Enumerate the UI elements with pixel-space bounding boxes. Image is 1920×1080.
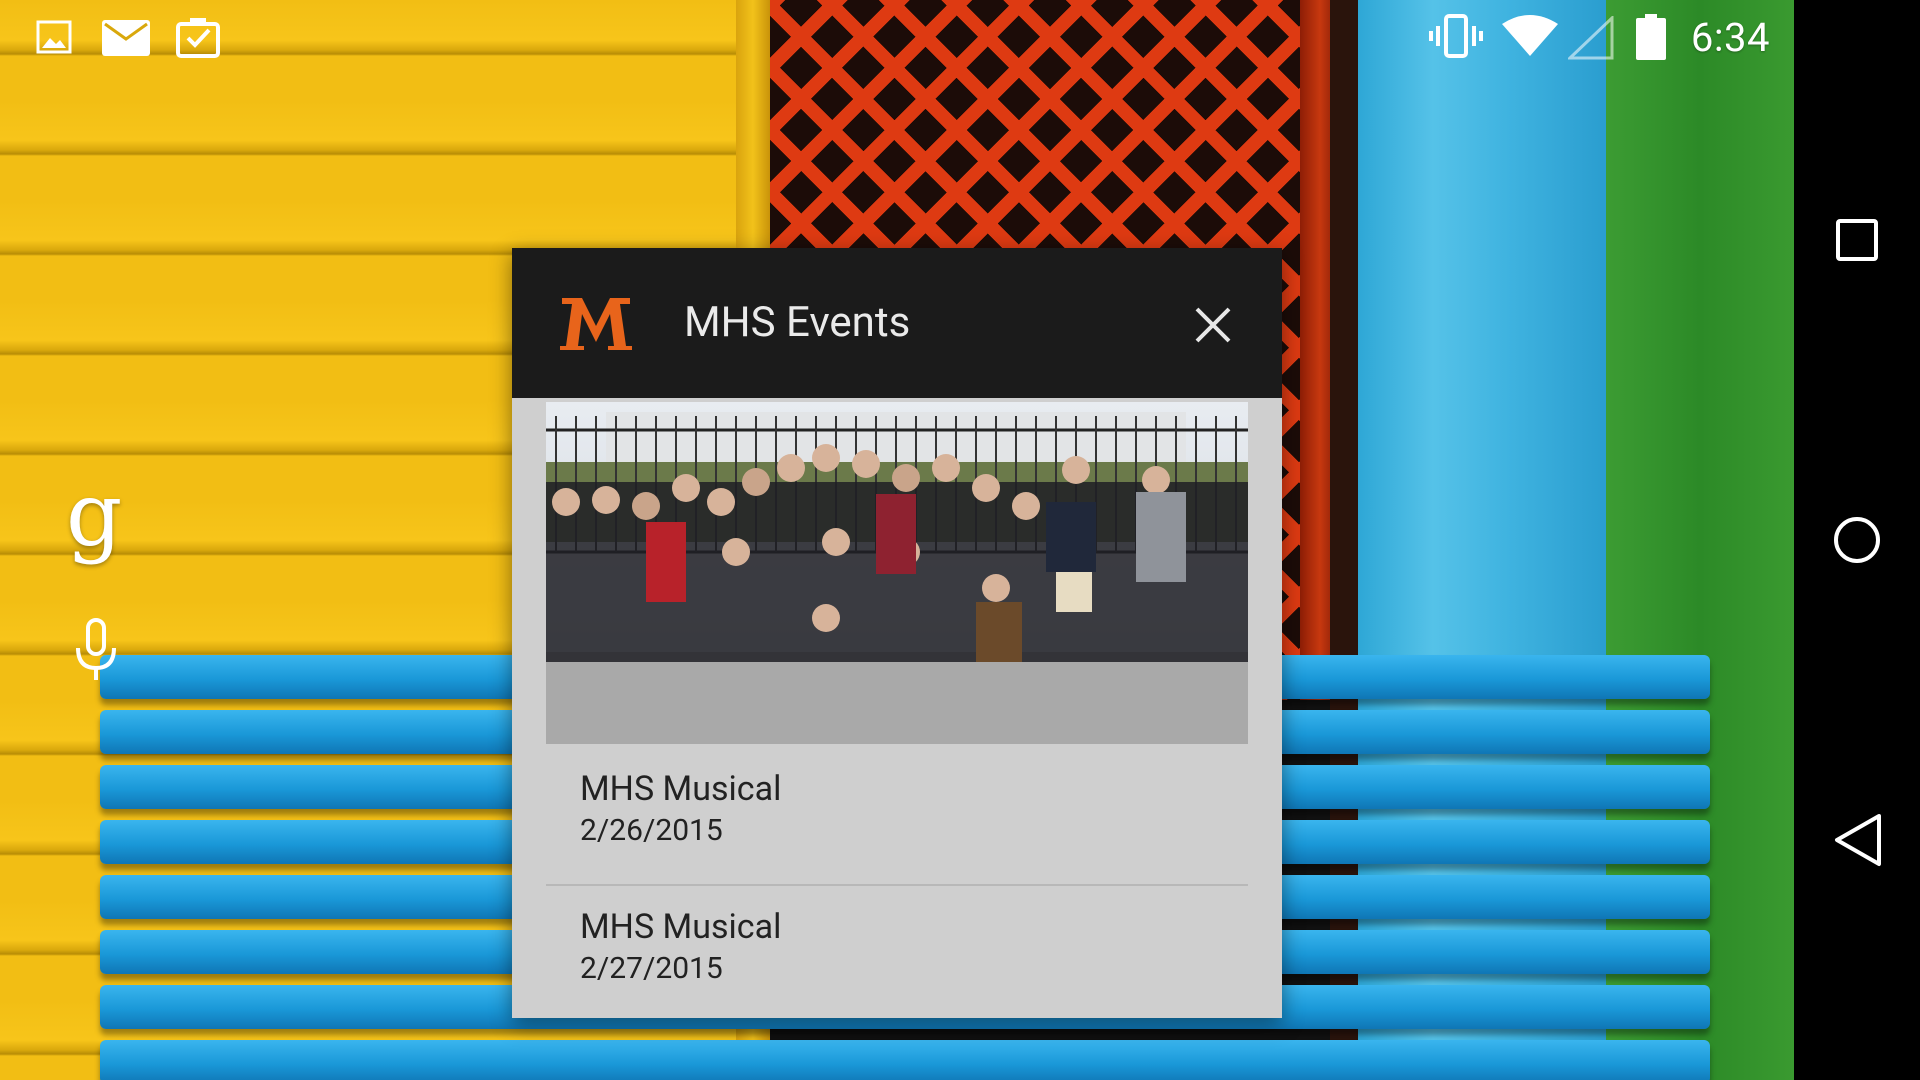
mail-icon — [102, 20, 150, 56]
recents-square-icon — [1836, 219, 1878, 261]
vibrate-icon — [1429, 14, 1483, 58]
clipboard-check-icon — [176, 18, 220, 58]
home-button[interactable] — [1794, 480, 1920, 600]
list-item[interactable]: MHS Musical 2/26/2015 — [546, 748, 1248, 884]
home-circle-icon — [1834, 517, 1880, 563]
navigation-bar — [1794, 0, 1920, 1080]
dialog-title: MHS Events — [684, 298, 911, 347]
back-button[interactable] — [1794, 780, 1920, 900]
signal-empty-icon — [1568, 16, 1614, 60]
event-photo — [546, 402, 1248, 744]
wifi-icon — [1502, 15, 1558, 56]
events-widget-dialog: MHS Events MHS Musical 2/26/2015 MHS Mus… — [512, 248, 1282, 1018]
close-button[interactable] — [1184, 296, 1242, 354]
status-bar: 6:34 — [0, 0, 1794, 76]
battery-icon — [1636, 14, 1666, 60]
mic-icon[interactable] — [72, 618, 120, 682]
google-search-icon[interactable]: g — [66, 470, 122, 560]
clock-time: 6:34 — [1690, 14, 1770, 61]
mhs-logo-icon — [560, 298, 632, 350]
close-icon — [1195, 307, 1231, 343]
back-triangle-icon — [1835, 814, 1881, 866]
dialog-header: MHS Events — [512, 248, 1282, 398]
picture-icon — [36, 20, 72, 54]
event-date: 2/26/2015 — [580, 813, 723, 848]
list-item[interactable]: MHS Musical 2/27/2015 — [546, 886, 1248, 1018]
event-title: MHS Musical — [580, 769, 782, 809]
events-list[interactable]: MHS Musical 2/26/2015 MHS Musical 2/27/2… — [546, 398, 1248, 1018]
event-date: 2/27/2015 — [580, 951, 723, 986]
event-title: MHS Musical — [580, 907, 782, 947]
recents-button[interactable] — [1794, 180, 1920, 300]
